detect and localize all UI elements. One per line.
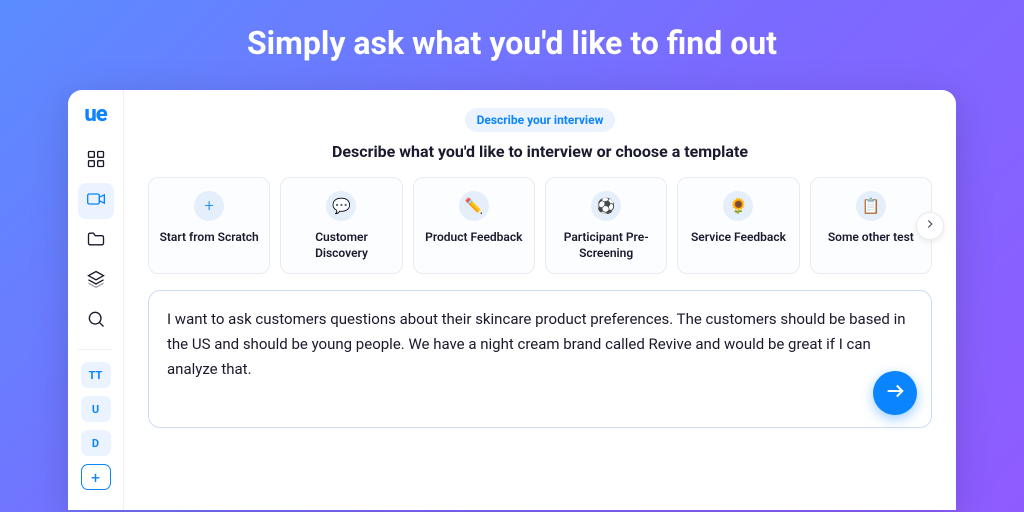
template-label: Customer Discovery: [289, 229, 393, 261]
template-product-feedback[interactable]: ✏️ Product Feedback: [413, 177, 535, 274]
arrow-right-icon: [884, 380, 906, 406]
workspace-badge-u[interactable]: U: [81, 396, 111, 422]
workspace-badge-tt[interactable]: TT: [81, 362, 111, 388]
template-service-feedback[interactable]: 🌻 Service Feedback: [677, 177, 799, 274]
template-row: + Start from Scratch 💬 Customer Discover…: [148, 177, 932, 274]
nav-search[interactable]: [78, 303, 114, 339]
sidebar-divider: [78, 349, 113, 350]
step-pill: Describe your interview: [465, 108, 616, 132]
template-participant-prescreening[interactable]: ⚽ Participant Pre-Screening: [545, 177, 667, 274]
nav-library[interactable]: [78, 263, 114, 299]
prompt-text: I want to ask customers questions about …: [167, 307, 913, 381]
template-label: Product Feedback: [425, 229, 522, 245]
search-icon: [86, 309, 106, 333]
send-button[interactable]: [873, 371, 917, 415]
template-label: Service Feedback: [691, 229, 786, 245]
soccer-icon: ⚽: [591, 191, 621, 221]
template-customer-discovery[interactable]: 💬 Customer Discovery: [280, 177, 402, 274]
scroll-right-button[interactable]: [916, 212, 944, 240]
template-label: Start from Scratch: [160, 229, 259, 245]
app-window: ue TT U D +: [68, 90, 956, 510]
chevron-right-icon: [923, 216, 937, 235]
template-label: Some other test: [828, 229, 914, 245]
folder-icon: [86, 229, 106, 253]
video-icon: [86, 189, 106, 213]
prompt-input[interactable]: I want to ask customers questions about …: [148, 290, 932, 428]
layers-icon: [86, 269, 106, 293]
clipboard-icon: 📋: [856, 191, 886, 221]
grid-icon: [86, 149, 106, 173]
app-logo: ue: [68, 102, 123, 127]
nav-dashboard[interactable]: [78, 143, 114, 179]
plus-icon: +: [194, 191, 224, 221]
speech-bubble-icon: 💬: [326, 191, 356, 221]
nav-folders[interactable]: [78, 223, 114, 259]
pencil-icon: ✏️: [459, 191, 489, 221]
workspace-badge-d[interactable]: D: [81, 430, 111, 456]
template-label: Participant Pre-Screening: [554, 229, 658, 261]
template-start-from-scratch[interactable]: + Start from Scratch: [148, 177, 270, 274]
main-content: Describe your interview Describe what yo…: [124, 90, 956, 510]
add-workspace-button[interactable]: +: [81, 464, 111, 490]
sunflower-icon: 🌻: [723, 191, 753, 221]
nav-interviews[interactable]: [78, 183, 114, 219]
template-other[interactable]: 📋 Some other test: [810, 177, 932, 274]
hero-title: Simply ask what you'd like to find out: [247, 24, 777, 62]
sidebar: ue TT U D +: [68, 90, 124, 510]
page-subtitle: Describe what you'd like to interview or…: [148, 142, 932, 161]
